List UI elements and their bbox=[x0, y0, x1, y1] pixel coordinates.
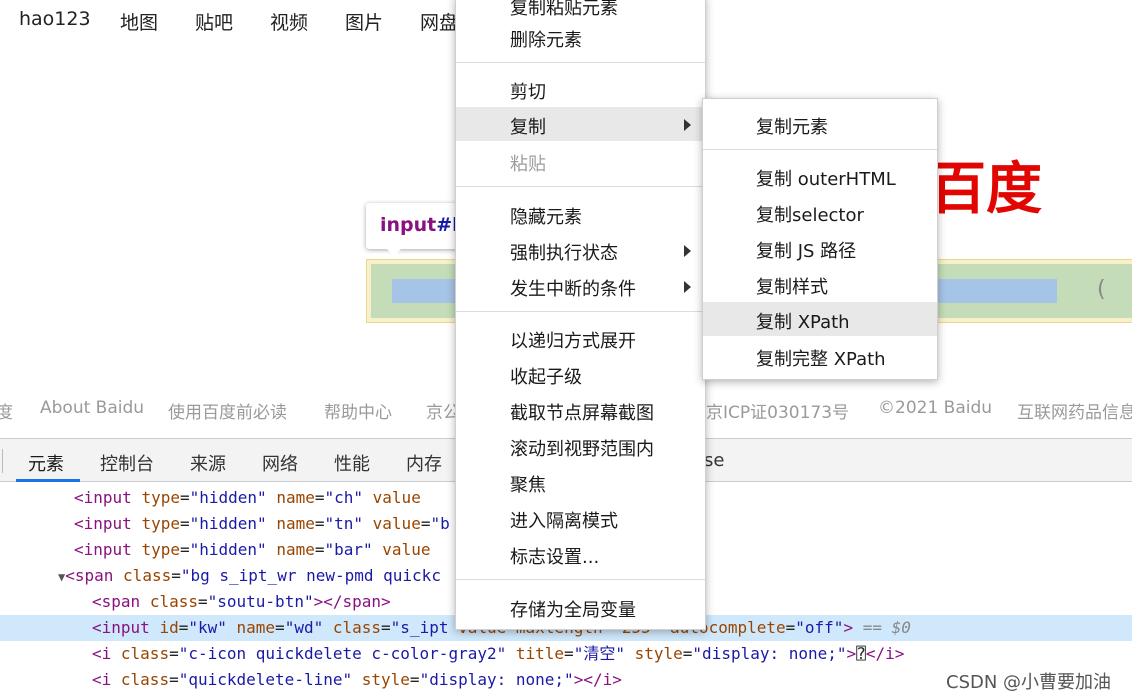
submenu-item-copy-js-path[interactable]: 复制 JS 路径 bbox=[703, 231, 937, 265]
camera-icon[interactable]: ( bbox=[1097, 277, 1106, 302]
menu-separator bbox=[456, 579, 705, 580]
tab-memory[interactable]: 内存 bbox=[406, 450, 442, 476]
footer-link-terms[interactable]: 使用百度前必读 bbox=[168, 398, 287, 423]
tooltip-tag-name: input bbox=[380, 214, 437, 236]
tab-bar-separator bbox=[2, 449, 3, 473]
nav-link-video[interactable]: 视频 bbox=[270, 8, 308, 35]
menu-item-copy-paste-element[interactable]: 复制粘贴元素 bbox=[456, 0, 705, 22]
menu-item-cut[interactable]: 剪切 bbox=[456, 72, 705, 106]
footer-link-icp[interactable]: 京ICP证030173号 bbox=[706, 398, 849, 423]
submenu-arrow-icon bbox=[684, 245, 691, 257]
dom-node-input-bar[interactable]: <input type="hidden" name="bar" value bbox=[74, 537, 430, 563]
dom-node-i-quickdelete[interactable]: <i class="c-icon quickdelete c-color-gra… bbox=[92, 641, 904, 667]
menu-item-enter-isolation-mode[interactable]: 进入隔离模式 bbox=[456, 501, 705, 535]
menu-separator bbox=[456, 311, 705, 312]
menu-item-capture-node-screenshot[interactable]: 截取节点屏幕截图 bbox=[456, 393, 705, 427]
menu-item-focus[interactable]: 聚焦 bbox=[456, 465, 705, 499]
footer-copyright: ©2021 Baidu bbox=[878, 398, 993, 418]
tab-performance[interactable]: 性能 bbox=[334, 450, 370, 476]
dom-node-span-ipt-wr[interactable]: ▼<span class="bg s_ipt_wr new-pmd quickc bbox=[58, 563, 441, 589]
tab-console[interactable]: 控制台 bbox=[100, 450, 154, 476]
menu-item-paste[interactable]: 粘贴 bbox=[456, 144, 705, 178]
footer-link-about[interactable]: About Baidu bbox=[40, 398, 144, 418]
menu-separator bbox=[703, 149, 937, 150]
nav-link-netdisk[interactable]: 网盘 bbox=[420, 8, 458, 35]
tooltip-arrow bbox=[386, 248, 402, 256]
dom-node-input-ch[interactable]: <input type="hidden" name="ch" value bbox=[74, 485, 421, 511]
menu-separator bbox=[456, 186, 705, 187]
footer-link-fragment[interactable]: 度 bbox=[0, 398, 13, 423]
submenu-item-copy-full-xpath[interactable]: 复制完整 XPath bbox=[703, 339, 937, 373]
nav-link-tieba[interactable]: 贴吧 bbox=[195, 8, 233, 35]
menu-item-store-as-global[interactable]: 存储为全局变量 bbox=[456, 590, 705, 624]
nav-link-map[interactable]: 地图 bbox=[120, 8, 158, 35]
submenu-item-copy-element[interactable]: 复制元素 bbox=[703, 107, 937, 141]
copy-submenu: 复制元素 复制 outerHTML 复制selector 复制 JS 路径 复制… bbox=[702, 98, 938, 380]
submenu-item-copy-selector[interactable]: 复制selector bbox=[703, 195, 937, 229]
tab-lighthouse-fragment[interactable]: se bbox=[704, 450, 724, 471]
menu-item-break-on[interactable]: 发生中断的条件 bbox=[456, 269, 705, 303]
csdn-watermark: CSDN @小曹要加油 bbox=[946, 672, 1112, 693]
menu-item-badge-settings[interactable]: 标志设置... bbox=[456, 537, 705, 571]
menu-item-hide-element[interactable]: 隐藏元素 bbox=[456, 197, 705, 231]
submenu-item-copy-outerhtml[interactable]: 复制 outerHTML bbox=[703, 159, 937, 193]
baidu-logo: 百度 bbox=[930, 157, 1042, 222]
tab-network[interactable]: 网络 bbox=[262, 450, 298, 476]
footer-link-drug-info[interactable]: 互联网药品信息 bbox=[1017, 398, 1132, 423]
nav-link-images[interactable]: 图片 bbox=[345, 8, 383, 35]
footer-link-help[interactable]: 帮助中心 bbox=[324, 398, 392, 423]
dom-node-input-tn[interactable]: <input type="hidden" name="tn" value="b bbox=[74, 511, 450, 537]
menu-item-force-state[interactable]: 强制执行状态 bbox=[456, 233, 705, 267]
dom-node-span-soutu[interactable]: <span class="soutu-btn"></span> bbox=[92, 589, 391, 615]
dom-node-i-quickdelete-line[interactable]: <i class="quickdelete-line" style="displ… bbox=[92, 667, 622, 693]
menu-item-copy[interactable]: 复制 bbox=[456, 107, 705, 141]
submenu-arrow-icon bbox=[684, 119, 691, 131]
menu-item-scroll-into-view[interactable]: 滚动到视野范围内 bbox=[456, 429, 705, 463]
nav-link-hao123[interactable]: hao123 bbox=[19, 8, 91, 30]
submenu-item-copy-styles[interactable]: 复制样式 bbox=[703, 267, 937, 301]
tab-elements[interactable]: 元素 bbox=[28, 450, 64, 476]
menu-item-collapse-children[interactable]: 收起子级 bbox=[456, 357, 705, 391]
menu-item-expand-recursively[interactable]: 以递归方式展开 bbox=[456, 321, 705, 355]
submenu-arrow-icon bbox=[684, 281, 691, 293]
tab-sources[interactable]: 来源 bbox=[190, 450, 226, 476]
menu-separator bbox=[456, 62, 705, 63]
menu-item-delete-element[interactable]: 删除元素 bbox=[456, 20, 705, 54]
context-menu: 复制粘贴元素 删除元素 剪切 复制 粘贴 隐藏元素 强制执行状态 发生中断的条件… bbox=[455, 0, 706, 630]
submenu-item-copy-xpath[interactable]: 复制 XPath bbox=[703, 302, 937, 336]
